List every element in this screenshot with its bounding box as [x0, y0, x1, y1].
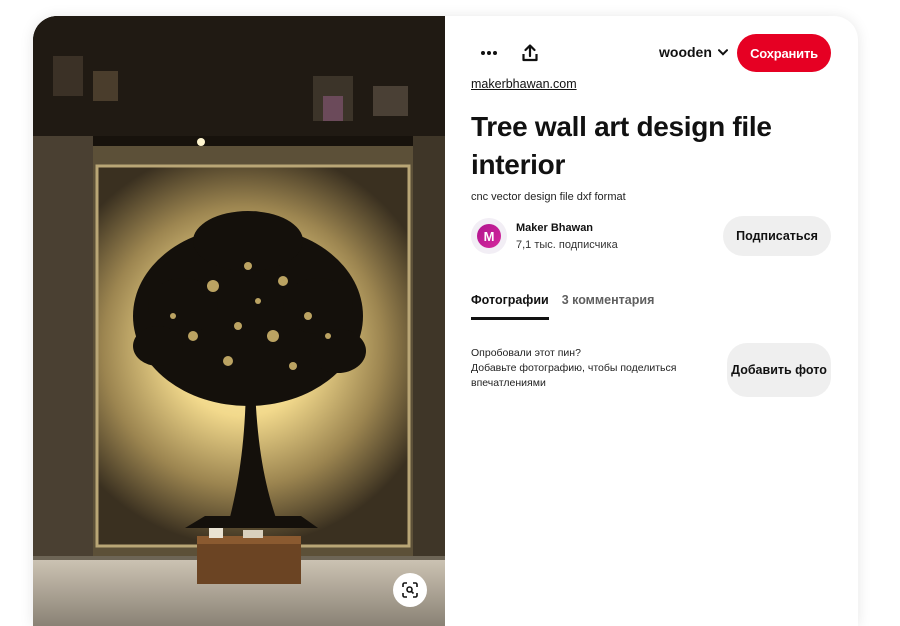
tried-question: Опробовали этот пин?: [471, 347, 581, 359]
board-selector[interactable]: wooden: [659, 44, 728, 60]
more-options-button[interactable]: [471, 35, 507, 71]
pin-description: cnc vector design file dxf format: [471, 191, 626, 203]
avatar[interactable]: M: [471, 218, 507, 254]
pin-image[interactable]: [33, 16, 445, 626]
visual-search-button[interactable]: [393, 573, 427, 607]
tab-comments[interactable]: 3 комментария: [562, 293, 655, 320]
follow-button[interactable]: Подписаться: [723, 216, 831, 256]
ellipsis-icon: [481, 51, 497, 55]
source-link[interactable]: makerbhawan.com: [471, 77, 577, 91]
pin-details-panel: wooden Сохранить makerbhawan.com Tree wa…: [445, 16, 858, 626]
author-info: M Maker Bhawan 7,1 тыс. подписчика: [471, 218, 618, 254]
visual-search-icon: [402, 582, 418, 598]
author-name[interactable]: Maker Bhawan: [516, 222, 618, 234]
share-button[interactable]: [512, 35, 548, 71]
avatar-letter: M: [477, 224, 501, 248]
tab-photos[interactable]: Фотографии: [471, 293, 549, 320]
tried-hint: Добавьте фотографию, чтобы поделиться вп…: [471, 362, 677, 389]
save-button[interactable]: Сохранить: [737, 34, 831, 72]
pin-title: Tree wall art design file interior: [471, 111, 772, 180]
board-name: wooden: [659, 44, 712, 60]
tree-wall-art-photo: [33, 16, 445, 626]
share-upload-icon: [522, 44, 538, 62]
tried-this-pin-prompt: Опробовали этот пин? Добавьте фотографию…: [471, 346, 711, 391]
content-tabs: Фотографии 3 комментария: [471, 293, 654, 320]
add-photo-button[interactable]: Добавить фото: [727, 343, 831, 397]
follower-count: 7,1 тыс. подписчика: [516, 238, 618, 251]
pin-card: wooden Сохранить makerbhawan.com Tree wa…: [33, 16, 858, 626]
chevron-down-icon: [717, 48, 728, 56]
